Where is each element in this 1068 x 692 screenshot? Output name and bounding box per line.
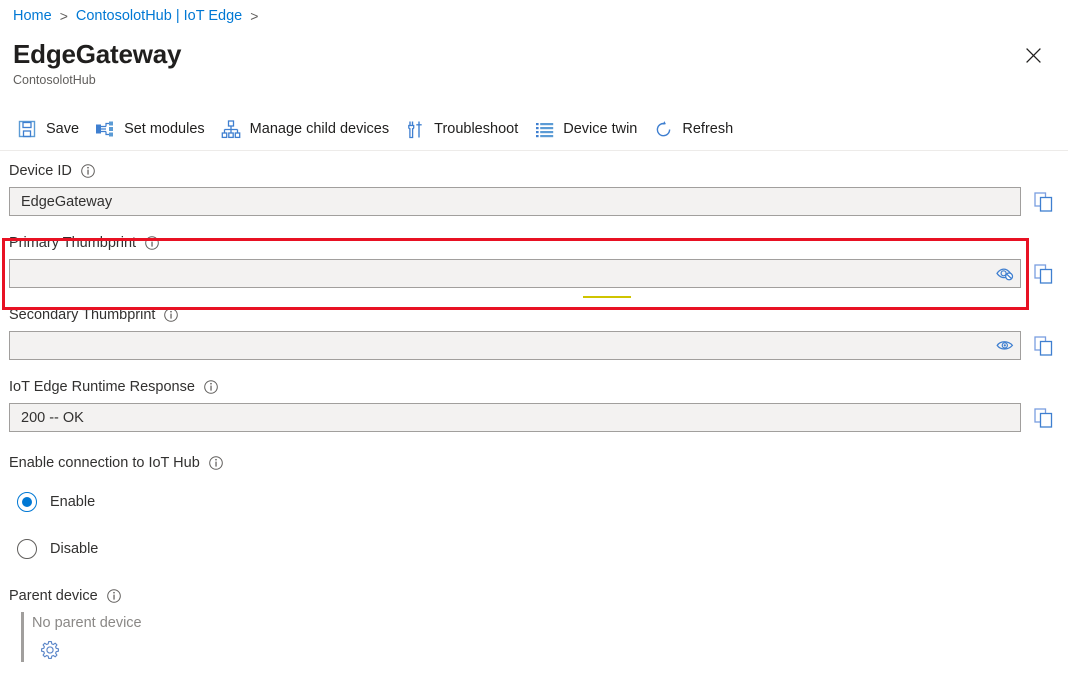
hierarchy-icon	[221, 119, 241, 139]
primary-thumbprint-underline-mark	[583, 296, 631, 298]
primary-thumbprint-input[interactable]	[9, 259, 1021, 288]
manage-child-devices-button-label: Manage child devices	[250, 121, 389, 137]
radio-enable-label: Enable	[50, 494, 95, 510]
info-icon[interactable]	[209, 456, 223, 470]
list-icon	[534, 119, 554, 139]
secondary-thumbprint-label: Secondary Thumbprint	[9, 307, 155, 323]
info-icon[interactable]	[145, 236, 159, 250]
field-device-id: Device ID EdgeGateway	[0, 160, 1068, 216]
page-subtitle: ContosolotHub	[13, 72, 181, 89]
runtime-response-value: 200 -- OK	[10, 410, 1020, 426]
parent-device-empty-text: No parent device	[32, 612, 1068, 634]
save-button-label: Save	[46, 121, 79, 137]
gear-icon[interactable]	[37, 637, 63, 663]
radio-disable-label: Disable	[50, 541, 98, 557]
device-id-value: EdgeGateway	[10, 194, 1020, 210]
field-parent-device: Parent device No parent device	[0, 585, 1068, 663]
radio-disable-indicator	[17, 539, 37, 559]
field-enable-connection: Enable connection to IoT Hub Enable Disa…	[0, 452, 1068, 564]
set-modules-button[interactable]: Set modules	[88, 114, 214, 144]
copy-icon[interactable]	[1029, 260, 1057, 288]
save-icon	[17, 119, 37, 139]
copy-icon[interactable]	[1029, 332, 1057, 360]
eye-hidden-icon[interactable]	[990, 260, 1020, 287]
field-primary-thumbprint: Primary Thumbprint	[0, 232, 1068, 288]
set-modules-button-label: Set modules	[124, 121, 205, 137]
field-runtime-response: IoT Edge Runtime Response 200 -- OK	[0, 376, 1068, 432]
primary-thumbprint-label: Primary Thumbprint	[9, 235, 136, 251]
info-icon[interactable]	[164, 308, 178, 322]
device-twin-button-label: Device twin	[563, 121, 637, 137]
parent-device-accent-bar	[21, 612, 24, 662]
troubleshoot-button[interactable]: Troubleshoot	[398, 114, 527, 144]
device-id-label: Device ID	[9, 163, 72, 179]
device-form: Device ID EdgeGateway P	[0, 160, 1068, 663]
runtime-response-input[interactable]: 200 -- OK	[9, 403, 1021, 432]
manage-child-devices-button[interactable]: Manage child devices	[214, 114, 398, 144]
secondary-thumbprint-input[interactable]	[9, 331, 1021, 360]
breadcrumb-item-iothub[interactable]: ContosolotHub | IoT Edge	[76, 8, 242, 24]
page-title: EdgeGateway	[13, 38, 181, 70]
info-icon[interactable]	[81, 164, 95, 178]
field-secondary-thumbprint: Secondary Thumbprint	[0, 304, 1068, 360]
breadcrumb-separator: >	[250, 8, 258, 24]
info-icon[interactable]	[107, 589, 121, 603]
enable-connection-label: Enable connection to IoT Hub	[9, 455, 200, 471]
refresh-icon	[653, 119, 673, 139]
tools-icon	[405, 119, 425, 139]
refresh-button[interactable]: Refresh	[646, 114, 742, 144]
refresh-button-label: Refresh	[682, 121, 733, 137]
radio-disable[interactable]: Disable	[0, 534, 197, 564]
parent-device-panel: No parent device	[21, 612, 1068, 663]
command-bar: Save Set modules Manag	[10, 113, 742, 145]
save-button[interactable]: Save	[10, 114, 88, 144]
device-twin-button[interactable]: Device twin	[527, 114, 646, 144]
close-icon[interactable]	[1018, 40, 1048, 70]
copy-icon[interactable]	[1029, 188, 1057, 216]
runtime-response-label: IoT Edge Runtime Response	[9, 379, 195, 395]
breadcrumb-item-home[interactable]: Home	[13, 8, 52, 24]
copy-icon[interactable]	[1029, 404, 1057, 432]
breadcrumb-separator: >	[60, 8, 68, 24]
troubleshoot-button-label: Troubleshoot	[434, 121, 518, 137]
parent-device-label: Parent device	[9, 588, 98, 604]
breadcrumb: Home > ContosolotHub | IoT Edge >	[13, 2, 266, 30]
page-header: EdgeGateway ContosolotHub	[13, 38, 181, 89]
set-modules-icon	[95, 119, 115, 139]
eye-icon[interactable]	[990, 332, 1020, 359]
device-id-input[interactable]: EdgeGateway	[9, 187, 1021, 216]
radio-enable-indicator	[17, 492, 37, 512]
info-icon[interactable]	[204, 380, 218, 394]
radio-enable[interactable]: Enable	[0, 487, 197, 517]
command-bar-divider	[0, 150, 1068, 151]
